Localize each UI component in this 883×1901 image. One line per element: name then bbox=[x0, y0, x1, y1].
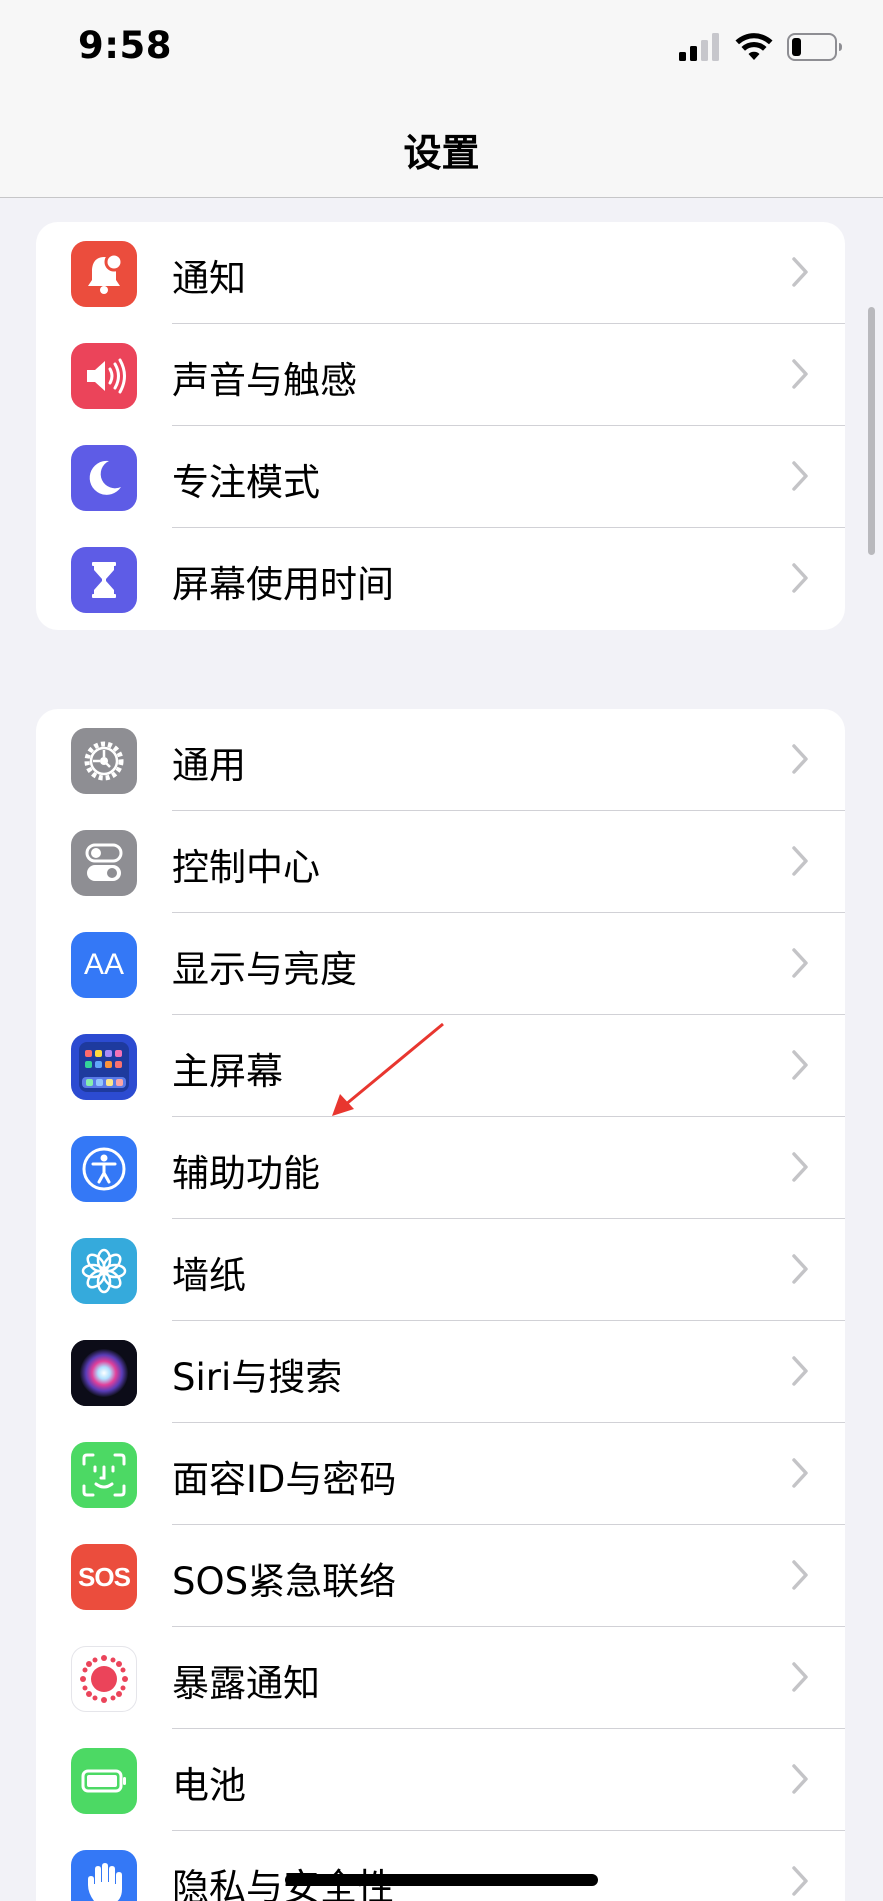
settings-row-display[interactable]: AA 显示与亮度 bbox=[36, 913, 845, 1015]
battery-icon bbox=[787, 33, 842, 61]
chevron-right-icon bbox=[792, 563, 808, 593]
settings-row-siri[interactable]: Siri与搜索 bbox=[36, 1321, 845, 1423]
settings-row-sounds[interactable]: 声音与触感 bbox=[36, 324, 845, 426]
chevron-right-icon bbox=[792, 1458, 808, 1488]
chevron-right-icon bbox=[792, 1356, 808, 1386]
cellular-signal-icon bbox=[679, 33, 719, 61]
toggle-switches-icon bbox=[71, 830, 137, 896]
face-id-icon bbox=[71, 1442, 137, 1508]
flower-icon bbox=[71, 1238, 137, 1304]
page-title: 设置 bbox=[403, 131, 480, 175]
speaker-icon bbox=[71, 343, 137, 409]
settings-row-home-screen[interactable]: 主屏幕 bbox=[36, 1015, 845, 1117]
row-label: 通知 bbox=[172, 257, 246, 300]
row-label: 辅助功能 bbox=[172, 1152, 320, 1195]
hourglass-icon bbox=[71, 547, 137, 613]
row-label: 面容ID与密码 bbox=[172, 1458, 397, 1501]
notification-bell-icon bbox=[71, 241, 137, 307]
status-time: 9:58 bbox=[78, 24, 173, 67]
text-size-icon-glyph: AA bbox=[83, 948, 125, 981]
row-label: 声音与触感 bbox=[172, 359, 357, 402]
row-label: 电池 bbox=[172, 1764, 246, 1807]
sos-icon: SOS bbox=[71, 1544, 137, 1610]
chevron-right-icon bbox=[792, 461, 808, 491]
settings-row-screen-time[interactable]: 屏幕使用时间 bbox=[36, 528, 845, 630]
moon-icon bbox=[71, 445, 137, 511]
chevron-right-icon bbox=[792, 948, 808, 978]
settings-row-notifications[interactable]: 通知 bbox=[36, 222, 845, 324]
chevron-right-icon bbox=[792, 1254, 808, 1284]
home-grid-icon bbox=[71, 1034, 137, 1100]
navigation-bar: 设置 bbox=[0, 96, 883, 198]
chevron-right-icon bbox=[792, 1050, 808, 1080]
settings-group-2: 通用 控制中心 AA 显示与亮度 主屏幕 辅助功能 墙纸 Siri与搜索 面容I… bbox=[36, 709, 845, 1901]
row-label: 暴露通知 bbox=[172, 1662, 320, 1705]
row-label: 主屏幕 bbox=[172, 1050, 283, 1093]
chevron-right-icon bbox=[792, 1560, 808, 1590]
battery-icon bbox=[71, 1748, 137, 1814]
row-label: 控制中心 bbox=[172, 846, 320, 889]
wifi-icon bbox=[735, 33, 773, 60]
chevron-right-icon bbox=[792, 1866, 808, 1896]
text-size-icon: AA bbox=[71, 932, 137, 998]
chevron-right-icon bbox=[792, 744, 808, 774]
settings-row-accessibility[interactable]: 辅助功能 bbox=[36, 1117, 845, 1219]
settings-row-general[interactable]: 通用 bbox=[36, 709, 845, 811]
row-label: Siri与搜索 bbox=[172, 1356, 343, 1399]
chevron-right-icon bbox=[792, 1764, 808, 1794]
chevron-right-icon bbox=[792, 1662, 808, 1692]
sos-icon-glyph: SOS bbox=[78, 1561, 131, 1592]
row-label: 屏幕使用时间 bbox=[172, 563, 394, 606]
settings-row-face-id[interactable]: 面容ID与密码 bbox=[36, 1423, 845, 1525]
settings-row-emergency-sos[interactable]: SOS SOS紧急联络 bbox=[36, 1525, 845, 1627]
chevron-right-icon bbox=[792, 359, 808, 389]
settings-row-battery[interactable]: 电池 bbox=[36, 1729, 845, 1831]
settings-row-exposure-notifications[interactable]: 暴露通知 bbox=[36, 1627, 845, 1729]
settings-row-control-center[interactable]: 控制中心 bbox=[36, 811, 845, 913]
row-label: 专注模式 bbox=[172, 461, 320, 504]
chevron-right-icon bbox=[792, 257, 808, 287]
chevron-right-icon bbox=[792, 846, 808, 876]
status-bar: 9:58 bbox=[0, 0, 883, 96]
row-label: 通用 bbox=[172, 744, 246, 787]
row-label: 墙纸 bbox=[172, 1254, 246, 1297]
settings-row-focus[interactable]: 专注模式 bbox=[36, 426, 845, 528]
gear-icon bbox=[71, 728, 137, 794]
row-label: 显示与亮度 bbox=[172, 948, 357, 991]
chevron-right-icon bbox=[792, 1152, 808, 1182]
home-indicator[interactable] bbox=[285, 1874, 598, 1886]
siri-icon bbox=[71, 1340, 137, 1406]
settings-row-privacy[interactable]: 隐私与安全性 bbox=[36, 1831, 845, 1901]
exposure-icon bbox=[71, 1646, 137, 1712]
settings-group-1: 通知 声音与触感 专注模式 屏幕使用时间 bbox=[36, 222, 845, 630]
scroll-indicator[interactable] bbox=[868, 307, 875, 555]
hand-icon bbox=[71, 1850, 137, 1901]
status-icons bbox=[679, 30, 843, 64]
accessibility-icon bbox=[71, 1136, 137, 1202]
settings-row-wallpaper[interactable]: 墙纸 bbox=[36, 1219, 845, 1321]
row-label: SOS紧急联络 bbox=[172, 1560, 397, 1603]
